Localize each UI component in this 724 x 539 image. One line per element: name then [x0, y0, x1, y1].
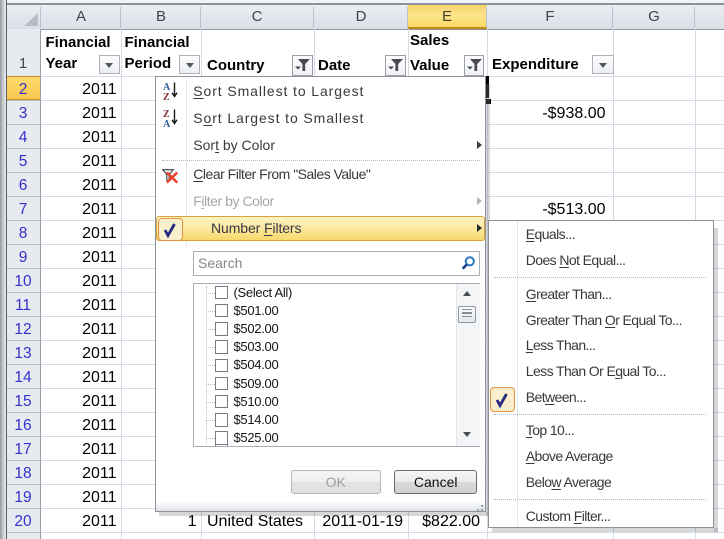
svg-text:Z: Z: [163, 92, 170, 102]
svg-text:A: A: [163, 119, 171, 129]
